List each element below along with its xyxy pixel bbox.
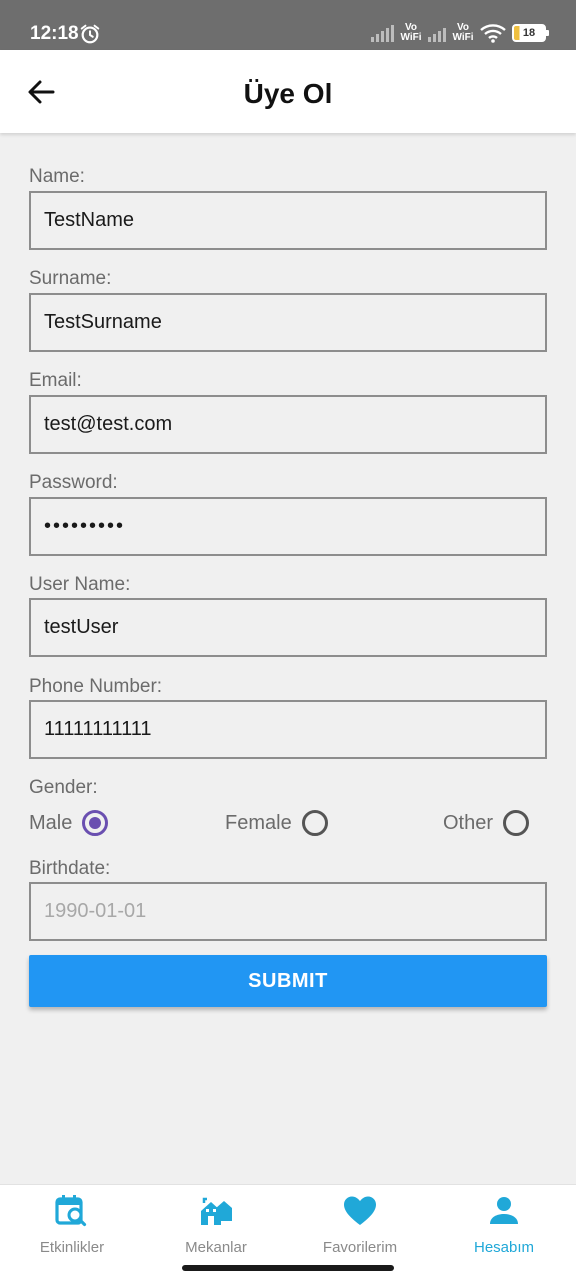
gender-label: Gender: — [29, 777, 98, 798]
phone-input[interactable] — [29, 700, 547, 759]
birthdate-input[interactable] — [29, 882, 547, 941]
radio-male[interactable] — [82, 810, 109, 836]
battery-icon: 18 — [512, 24, 549, 42]
submit-button[interactable]: SUBMIT — [29, 955, 547, 1007]
radio-female[interactable] — [301, 810, 328, 836]
name-input[interactable] — [29, 191, 547, 250]
nav-label: Etkinlikler — [39, 1239, 105, 1256]
page-title: Üye Ol — [243, 78, 333, 109]
gender-option-label: Male — [29, 811, 73, 834]
nav-item-hesabim[interactable]: Hesabım — [432, 1185, 576, 1265]
vowifi-label-2: Vo WiFi — [452, 22, 474, 43]
home-indicator — [182, 1265, 394, 1271]
radio-other[interactable] — [503, 810, 530, 836]
nav-item-mekanlar[interactable]: Mekanlar — [144, 1185, 288, 1265]
nav-item-favorilerim[interactable]: Favorilerim — [288, 1185, 432, 1265]
nav-label: Mekanlar — [185, 1239, 247, 1256]
gender-option-other[interactable]: Other — [443, 810, 530, 836]
calendar-search-icon — [55, 1195, 87, 1227]
alarm-icon — [80, 24, 100, 44]
signal-icon — [371, 24, 394, 42]
person-icon — [490, 1197, 518, 1224]
wifi-icon — [480, 24, 506, 43]
password-input[interactable] — [29, 497, 547, 556]
signal-icon-2 — [428, 24, 446, 42]
username-input[interactable] — [29, 598, 547, 657]
nav-label: Favorilerim — [322, 1239, 398, 1256]
gender-option-label: Other — [443, 811, 494, 834]
gender-radio-group: Male Female Other — [29, 810, 547, 846]
status-time: 12:18 — [30, 23, 79, 44]
gender-option-male[interactable]: Male — [29, 810, 109, 836]
username-label: User Name: — [29, 574, 131, 595]
password-label: Password: — [29, 472, 118, 493]
gender-option-female[interactable]: Female — [225, 810, 328, 836]
name-label: Name: — [29, 166, 85, 187]
vowifi-label: Vo WiFi — [400, 22, 422, 43]
status-bar: 12:18 Vo WiFi Vo WiFi 18 — [0, 0, 576, 50]
phone-label: Phone Number: — [29, 676, 163, 697]
email-input[interactable] — [29, 395, 547, 454]
status-icons: Vo WiFi Vo WiFi 18 — [371, 20, 549, 46]
nav-label: Hesabım — [473, 1239, 535, 1256]
heart-icon — [344, 1196, 376, 1225]
app-header: Üye Ol — [0, 50, 576, 133]
gender-option-label: Female — [225, 811, 292, 834]
surname-label: Surname: — [29, 268, 112, 289]
nav-item-etkinlikler[interactable]: Etkinlikler — [0, 1185, 144, 1265]
surname-input[interactable] — [29, 293, 547, 352]
email-label: Email: — [29, 370, 82, 391]
houses-icon — [201, 1197, 232, 1225]
birthdate-label: Birthdate: — [29, 858, 111, 879]
